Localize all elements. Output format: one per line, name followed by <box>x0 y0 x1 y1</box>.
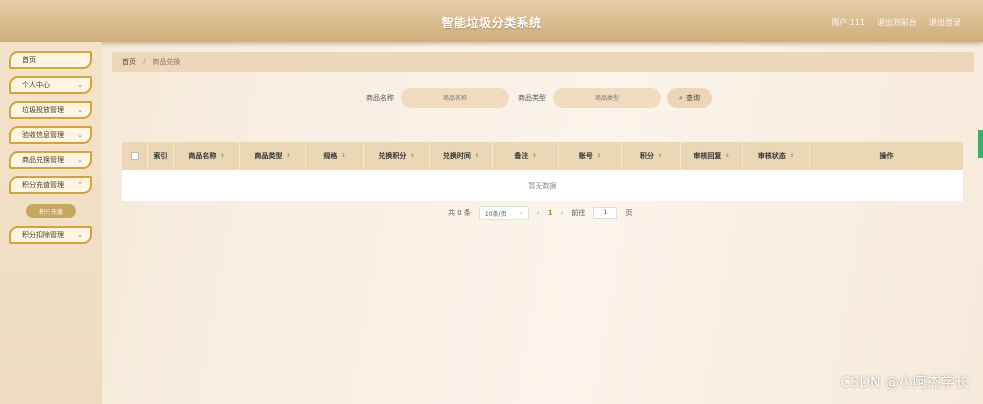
sort-icon[interactable]: ⇕ <box>725 153 729 159</box>
column-header-exchange-time[interactable]: 兑换时间 ⇕ <box>430 142 493 170</box>
column-header-product-type[interactable]: 商品类型 ⇕ <box>240 142 306 170</box>
sidebar-item-label: 个人中心 <box>22 81 50 89</box>
sort-icon[interactable]: ⇕ <box>410 153 414 159</box>
breadcrumb-current: 商品兑换 <box>152 58 181 66</box>
chevron-up-icon: ⌃ <box>77 181 83 189</box>
next-page-icon[interactable]: › <box>561 209 564 217</box>
product-name-label: 商品名称 <box>366 94 394 102</box>
column-header-label: 备注 <box>514 152 529 160</box>
column-header-actions: 操作 <box>810 142 963 170</box>
column-header-label: 规格 <box>323 152 338 160</box>
select-all-checkbox[interactable] <box>130 152 139 160</box>
hand-cursor-icon: ☝ <box>46 207 53 220</box>
sidebar-item-label: 积分扣除管理 <box>22 231 64 239</box>
sidebar: 首页 个人中心 ⌄ 垃圾投放管理 ⌄ 验收信息管理 ⌄ 商品兑换管理 ⌄ 积分充… <box>0 42 102 404</box>
sidebar-item-acceptance-info[interactable]: 验收信息管理 ⌄ <box>9 126 92 144</box>
goto-label: 前往 <box>571 209 586 217</box>
pagination: 共 0 条 10条/页 ⌄ ‹ 1 › 前往 1 页 <box>448 206 632 220</box>
sidebar-item-home[interactable]: 首页 <box>9 51 92 69</box>
search-icon: ⌕ <box>679 93 683 102</box>
product-name-input[interactable] <box>401 88 509 108</box>
goto-page-input[interactable]: 1 <box>593 207 618 219</box>
column-header-review-reply[interactable]: 审核回复 ⇕ <box>681 142 743 170</box>
search-bar: 商品名称 商品类型 ⌕ 查询 <box>366 88 712 108</box>
chevron-down-icon: ⌄ <box>77 231 83 239</box>
column-header-label: 商品类型 <box>254 152 283 160</box>
sidebar-item-points-deduction[interactable]: 积分扣除管理 ⌄ <box>9 226 92 244</box>
sidebar-item-label: 积分充值管理 <box>22 181 64 189</box>
breadcrumb: 首页 / 商品兑换 <box>112 52 974 72</box>
header-links: 用户 111 退出到前台 退出登录 <box>831 17 961 28</box>
chevron-down-icon: ⌄ <box>77 156 83 164</box>
column-header-index: 索引 <box>148 142 174 170</box>
sort-icon[interactable]: ⇕ <box>475 153 479 159</box>
query-button-label: 查询 <box>685 94 700 102</box>
page-suffix: 页 <box>625 209 633 217</box>
data-table: 索引 商品名称 ⇕ 商品类型 ⇕ 规格 ⇕ 兑换积分 ⇕ 兑换时间 ⇕ 备注 ⇕ 账号 ⇕ 积… <box>122 142 963 201</box>
side-tab-handle[interactable] <box>978 130 983 158</box>
chevron-down-icon: ⌄ <box>77 131 83 139</box>
column-header-exchange-points[interactable]: 兑换积分 ⇕ <box>364 142 430 170</box>
user-link[interactable]: 用户 111 <box>831 17 865 28</box>
sort-icon[interactable]: ⇕ <box>341 153 345 159</box>
sort-icon[interactable]: ⇕ <box>286 153 290 159</box>
column-header-label: 索引 <box>153 152 168 160</box>
sidebar-item-personal-center[interactable]: 个人中心 ⌄ <box>9 76 92 94</box>
sidebar-item-label: 商品兑换管理 <box>22 156 64 164</box>
sort-icon[interactable]: ⇕ <box>658 153 662 159</box>
exit-to-frontend-link[interactable]: 退出到前台 <box>877 17 917 28</box>
column-header-spec[interactable]: 规格 ⇕ <box>306 142 364 170</box>
column-header-label: 积分 <box>639 152 654 160</box>
table-empty-state: 暂无数据 <box>122 170 963 201</box>
page-size-select[interactable]: 10条/页 ⌄ <box>478 206 529 220</box>
table-header: 索引 商品名称 ⇕ 商品类型 ⇕ 规格 ⇕ 兑换积分 ⇕ 兑换时间 ⇕ 备注 ⇕ 账号 ⇕ 积… <box>122 142 963 170</box>
chevron-down-icon: ⌄ <box>77 106 83 114</box>
sidebar-item-points-recharge[interactable]: 积分充值管理 ⌃ <box>9 176 92 194</box>
total-count: 共 0 条 <box>448 209 471 217</box>
sidebar-item-label: 首页 <box>22 56 36 64</box>
column-header-label: 兑换积分 <box>378 152 407 160</box>
prev-page-icon[interactable]: ‹ <box>537 209 540 217</box>
column-header-label: 兑换时间 <box>442 152 471 160</box>
sidebar-item-label: 垃圾投放管理 <box>22 106 64 114</box>
column-header-account[interactable]: 账号 ⇕ <box>559 142 622 170</box>
column-header-label: 审核回复 <box>693 152 722 160</box>
watermark: CSDN @小阿杰学长 <box>840 375 969 391</box>
column-header-label: 审核状态 <box>757 152 786 160</box>
sort-icon[interactable]: ⇕ <box>597 153 601 159</box>
query-button[interactable]: ⌕ 查询 <box>667 88 712 108</box>
column-header-product-name[interactable]: 商品名称 ⇕ <box>174 142 240 170</box>
chevron-down-icon: ⌄ <box>77 81 83 89</box>
logout-link[interactable]: 退出登录 <box>929 17 961 28</box>
column-header-label: 商品名称 <box>188 152 217 160</box>
breadcrumb-home[interactable]: 首页 <box>122 57 136 67</box>
column-header-remark[interactable]: 备注 ⇕ <box>493 142 559 170</box>
sort-icon[interactable]: ⇕ <box>220 153 224 159</box>
sort-icon[interactable]: ⇕ <box>790 153 794 159</box>
page-size-value: 10条/页 <box>484 210 507 218</box>
column-header-review-status[interactable]: 审核状态 ⇕ <box>743 142 810 170</box>
sort-icon[interactable]: ⇕ <box>532 153 536 159</box>
product-type-input[interactable] <box>553 88 661 108</box>
column-header-label: 账号 <box>578 152 593 160</box>
product-type-label: 商品类型 <box>518 94 546 102</box>
column-header-label: 操作 <box>879 152 894 160</box>
sidebar-item-label: 验收信息管理 <box>22 131 64 139</box>
page-number[interactable]: 1 <box>548 209 553 217</box>
sidebar-item-garbage-disposal[interactable]: 垃圾投放管理 ⌄ <box>9 101 92 119</box>
top-bar: 智能垃圾分类系统 用户 111 退出到前台 退出登录 <box>0 0 983 42</box>
breadcrumb-separator: / <box>143 58 146 66</box>
sidebar-item-product-exchange[interactable]: 商品兑换管理 ⌄ <box>9 151 92 169</box>
column-header-points[interactable]: 积分 ⇕ <box>622 142 681 170</box>
chevron-down-icon: ⌄ <box>518 209 524 216</box>
select-all-column <box>122 142 148 170</box>
